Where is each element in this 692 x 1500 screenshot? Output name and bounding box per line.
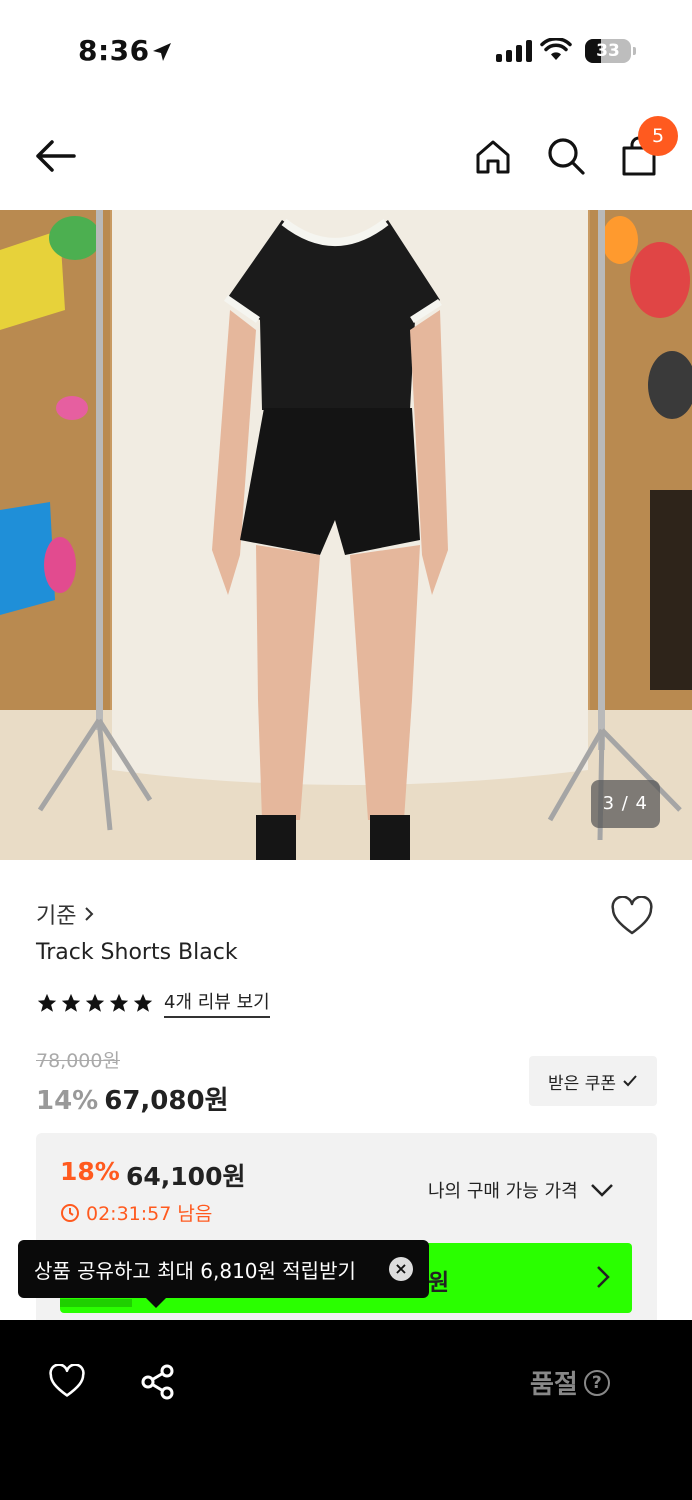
product-image-gallery[interactable]: 3 / 4 xyxy=(0,210,692,860)
my-price-box: 18% 64,100원 02:31:57 남음 나의 구매 가능 가격 0원 xyxy=(36,1133,657,1333)
chevron-down-icon xyxy=(590,1184,613,1197)
sold-out-label: 품절 xyxy=(530,1370,578,1400)
back-arrow-icon[interactable] xyxy=(34,138,76,174)
help-icon[interactable]: ? xyxy=(583,1369,610,1396)
bottom-action-bar: 품절 ? xyxy=(0,1320,692,1500)
my-price-toggle[interactable]: 나의 구매 가능 가격 xyxy=(428,1177,614,1203)
product-photo xyxy=(0,210,692,860)
status-bar: 8:36 33 xyxy=(0,0,692,100)
product-name: Track Shorts Black xyxy=(36,940,238,965)
price-row: 14% 67,080원 xyxy=(36,1080,229,1117)
battery-indicator: 33 xyxy=(585,39,636,63)
wifi-icon xyxy=(540,38,572,60)
star-icon xyxy=(85,993,105,1012)
share-reward-tooltip: 상품 공유하고 최대 6,810원 적립받기 × xyxy=(18,1240,429,1308)
sale-price: 67,080원 xyxy=(104,1086,229,1116)
special-price: 64,100원 xyxy=(126,1162,246,1191)
star-icon xyxy=(109,993,129,1012)
original-price: 78,000원 xyxy=(36,1050,120,1072)
brand-name: 기준 xyxy=(36,904,77,929)
timer-text: 02:31:57 남음 xyxy=(86,1203,213,1225)
close-icon[interactable]: × xyxy=(389,1257,413,1281)
rating-stars xyxy=(36,992,154,1014)
star-icon xyxy=(37,993,57,1012)
received-coupon-button[interactable]: 받은 쿠폰 xyxy=(529,1056,657,1106)
special-discount-rate: 18% xyxy=(60,1157,120,1186)
wishlist-heart-icon[interactable] xyxy=(610,896,654,936)
coupon-label: 받은 쿠폰 xyxy=(548,1073,616,1094)
home-icon[interactable] xyxy=(474,138,512,176)
image-counter: 3 / 4 xyxy=(590,780,660,828)
location-arrow-icon xyxy=(153,43,171,61)
top-nav: 5 xyxy=(0,100,692,210)
star-icon xyxy=(133,993,153,1012)
star-icon xyxy=(61,993,81,1012)
discount-rate: 14% xyxy=(36,1086,99,1116)
status-time: 8:36 xyxy=(78,34,150,67)
sold-out-status: 품절 ? xyxy=(530,1364,610,1401)
cart-count-badge: 5 xyxy=(638,116,678,156)
chevron-right-icon xyxy=(597,1266,610,1288)
brand-link[interactable]: 기준 xyxy=(36,898,94,930)
battery-level: 33 xyxy=(596,41,620,61)
cellular-signal-icon xyxy=(496,40,532,62)
tooltip-text: 상품 공유하고 최대 6,810원 적립받기 xyxy=(34,1258,356,1283)
clock-icon xyxy=(61,1203,79,1222)
heart-icon[interactable] xyxy=(48,1364,86,1398)
share-icon[interactable] xyxy=(140,1364,176,1400)
countdown-timer: 02:31:57 남음 xyxy=(60,1199,212,1226)
my-price-label: 나의 구매 가능 가격 xyxy=(428,1181,578,1202)
checkmark-icon xyxy=(623,1075,637,1087)
review-link[interactable]: 4개 리뷰 보기 xyxy=(164,988,270,1018)
search-icon[interactable] xyxy=(546,136,586,176)
chevron-right-icon xyxy=(85,907,94,921)
rating-row: 4개 리뷰 보기 xyxy=(36,988,270,1018)
